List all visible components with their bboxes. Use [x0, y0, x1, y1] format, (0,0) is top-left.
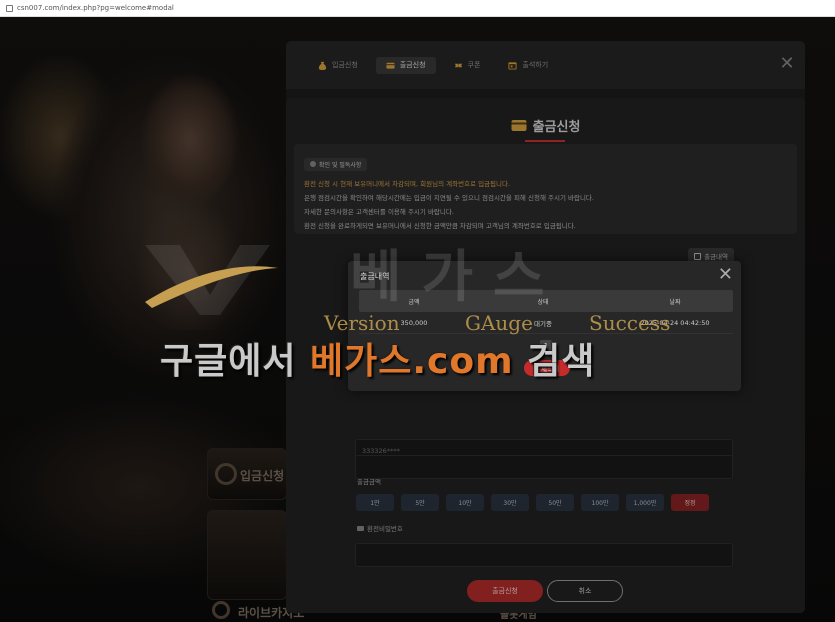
notice-line: 환전 신청 시 현재 보유머니에서 차감되며, 회원님의 계좌번호로 입금됩니다…	[304, 179, 511, 188]
tab-attendance[interactable]: 출석하기	[498, 57, 558, 74]
password-input[interactable]	[355, 543, 733, 567]
password-label-row: 환전비밀번호	[357, 523, 403, 533]
promo-suffix: 검색	[513, 341, 596, 382]
page-title: 출금신청	[286, 116, 805, 135]
cancel-button[interactable]: 취소	[547, 580, 623, 602]
notice-box: 확인 및 필독사항 환전 신청 시 현재 보유머니에서 차감되며, 회원님의 계…	[294, 144, 797, 234]
vegas-logo-watermark	[145, 245, 278, 315]
coupon-icon	[454, 63, 462, 67]
reset-button[interactable]: 정정	[671, 494, 709, 511]
wallet-icon	[386, 62, 395, 69]
notice-badge-text: 확인 및 필독사항	[319, 161, 362, 169]
brand-watermark: 베가스	[350, 245, 565, 310]
live-casino-icon	[212, 601, 230, 619]
receipt-icon	[694, 252, 702, 260]
cashier-tabs: 입금신청 출금신청 쿠폰 출석하기	[286, 41, 805, 89]
key-icon	[357, 525, 364, 531]
tab-deposit-label: 입금신청	[332, 61, 358, 69]
amount-quick-buttons: 1만 5만 10만 30만 50만 100만 1,000만 정정	[356, 494, 709, 511]
deposit-tile-icon	[215, 463, 237, 485]
deposit-tile-label: 입금신청	[240, 469, 285, 483]
account-value: 333326****	[362, 447, 400, 455]
url-text: csn007.com/index.php?pg=welcome#modal	[17, 4, 174, 12]
amount-button[interactable]: 50만	[536, 494, 574, 511]
casino-tile[interactable]	[207, 510, 287, 600]
history-button-label: 출금내역	[704, 253, 728, 261]
promo-accent: 베가스.com	[310, 341, 514, 382]
money-bag-icon	[318, 61, 327, 70]
tab-attendance-label: 출석하기	[522, 61, 549, 69]
table-row: 350,000 대기중 2025-04-24 04:42:50	[359, 312, 733, 334]
site-info-icon[interactable]	[6, 4, 13, 12]
tab-withdraw-label: 출금신청	[399, 61, 426, 69]
amount-button[interactable]: 100만	[581, 494, 619, 511]
amount-button[interactable]: 10만	[446, 494, 484, 511]
password-label: 환전비밀번호	[367, 525, 403, 533]
tab-coupon-label: 쿠폰	[467, 61, 481, 69]
info-icon	[310, 161, 316, 167]
panel-title-text: 출금신청	[532, 120, 581, 135]
search-promo-watermark: 구글에서 베가스.com 검색	[160, 332, 595, 384]
amount-button[interactable]: 5만	[401, 494, 439, 511]
notice-badge: 확인 및 필독사항	[304, 157, 368, 171]
tab-withdraw[interactable]: 출금신청	[375, 56, 436, 74]
close-icon[interactable]: ✕	[718, 266, 733, 284]
column-header: 날짜	[669, 298, 681, 306]
amount-button[interactable]: 1만	[356, 494, 394, 511]
notice-line: 은행 점검시간을 확인하여 해당시간에는 입금이 지연될 수 있으니 점검시간을…	[304, 193, 594, 202]
amount-button[interactable]: 30만	[491, 494, 529, 511]
wallet-icon	[511, 120, 527, 131]
close-icon[interactable]: ✕	[779, 55, 795, 73]
amount-button[interactable]: 1,000만	[626, 494, 664, 511]
browser-url-bar[interactable]: csn007.com/index.php?pg=welcome#modal	[0, 0, 835, 17]
notice-line: 자세한 문의사항은 고객센터를 이용해 주시기 바랍니다.	[304, 207, 454, 216]
watermark-word: Success	[589, 311, 671, 335]
submit-withdraw-button[interactable]: 출금신청	[467, 580, 543, 602]
tab-deposit[interactable]: 입금신청	[308, 57, 368, 74]
notice-line: 환전 신청을 완료하게되면 보유머니에서 신청한 금액만큼 차감되며 고객님의 …	[304, 221, 576, 230]
calendar-icon	[508, 61, 517, 70]
promo-prefix: 구글에서	[160, 341, 311, 382]
amount-input[interactable]	[355, 455, 733, 479]
title-underline	[525, 140, 565, 142]
tab-coupon[interactable]: 쿠폰	[444, 57, 491, 74]
